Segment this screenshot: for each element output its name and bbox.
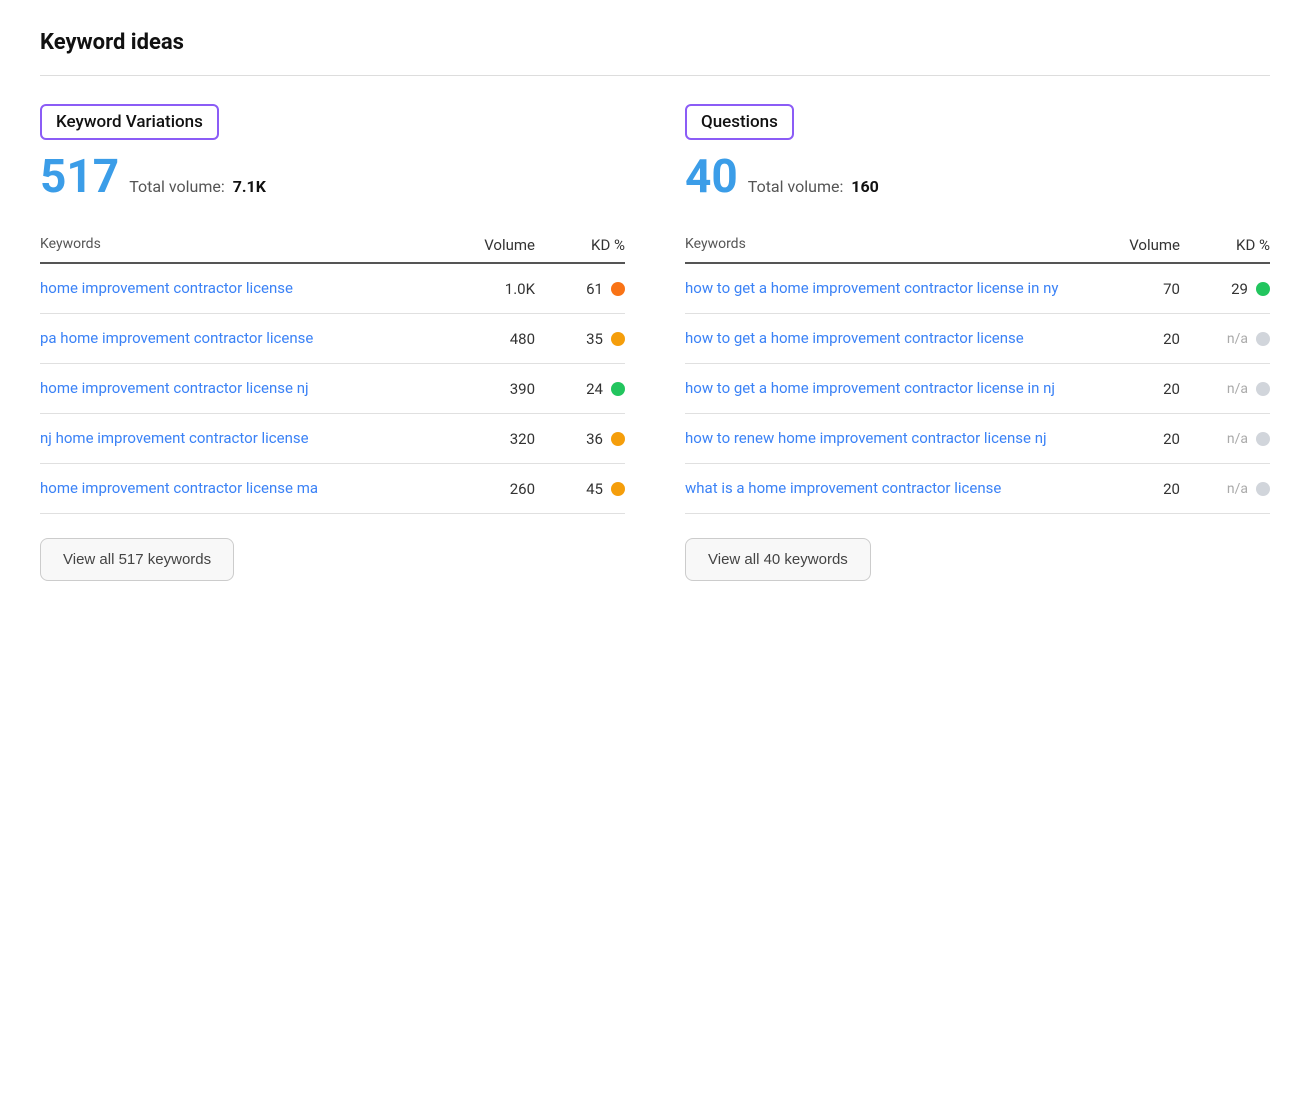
kd-dot (1256, 482, 1270, 496)
kd-na: n/a (1227, 481, 1248, 497)
keyword-variations-count-line: 517 Total volume: 7.1K (40, 154, 625, 200)
table-row: how to get a home improvement contractor… (685, 264, 1270, 314)
q-col-header-kd: KD % (1190, 236, 1270, 254)
volume-cell: 1.0K (455, 280, 545, 298)
kd-cell: n/a (1190, 481, 1270, 497)
kd-cell: 61 (545, 280, 625, 298)
volume-cell: 320 (455, 430, 545, 448)
two-column-layout: Keyword Variations 517 Total volume: 7.1… (40, 104, 1270, 581)
volume-cell: 480 (455, 330, 545, 348)
keyword-variations-section: Keyword Variations 517 Total volume: 7.1… (40, 104, 625, 581)
keyword-link[interactable]: pa home improvement contractor license (40, 328, 455, 349)
keyword-variations-count: 517 (40, 154, 119, 200)
kd-na: n/a (1227, 431, 1248, 447)
keyword-variations-volume: Total volume: 7.1K (129, 177, 266, 196)
questions-section: Questions 40 Total volume: 160 Keywords … (685, 104, 1270, 581)
keyword-link[interactable]: home improvement contractor license nj (40, 378, 455, 399)
kd-na: n/a (1227, 381, 1248, 397)
kd-na: n/a (1227, 331, 1248, 347)
table-row: home improvement contractor license nj 3… (40, 364, 625, 414)
view-all-kv-button[interactable]: View all 517 keywords (40, 538, 234, 581)
table-row: what is a home improvement contractor li… (685, 464, 1270, 514)
kd-cell: n/a (1190, 381, 1270, 397)
col-header-volume: Volume (455, 236, 545, 254)
keyword-link[interactable]: how to get a home improvement contractor… (685, 378, 1100, 399)
q-col-header-volume: Volume (1100, 236, 1190, 254)
volume-cell: 70 (1100, 280, 1190, 298)
table-row: how to get a home improvement contractor… (685, 314, 1270, 364)
volume-cell: 20 (1100, 430, 1190, 448)
table-row: how to renew home improvement contractor… (685, 414, 1270, 464)
page-title: Keyword ideas (40, 30, 1270, 55)
table-row: how to get a home improvement contractor… (685, 364, 1270, 414)
keyword-link[interactable]: nj home improvement contractor license (40, 428, 455, 449)
kd-dot (1256, 332, 1270, 346)
kd-dot (611, 332, 625, 346)
top-divider (40, 75, 1270, 76)
volume-cell: 390 (455, 380, 545, 398)
table-row: home improvement contractor license 1.0K… (40, 264, 625, 314)
questions-table-header: Keywords Volume KD % (685, 228, 1270, 264)
questions-tab[interactable]: Questions (685, 104, 794, 140)
volume-cell: 20 (1100, 380, 1190, 398)
keyword-link[interactable]: what is a home improvement contractor li… (685, 478, 1100, 499)
questions-count: 40 (685, 154, 738, 200)
table-row: pa home improvement contractor license 4… (40, 314, 625, 364)
kd-cell: 29 (1190, 280, 1270, 298)
volume-cell: 20 (1100, 480, 1190, 498)
kd-cell: n/a (1190, 331, 1270, 347)
kd-cell: n/a (1190, 431, 1270, 447)
questions-table-body: how to get a home improvement contractor… (685, 264, 1270, 514)
col-header-keywords: Keywords (40, 236, 455, 254)
kd-dot (611, 432, 625, 446)
keyword-link[interactable]: how to get a home improvement contractor… (685, 328, 1100, 349)
table-row: nj home improvement contractor license 3… (40, 414, 625, 464)
kd-dot (1256, 382, 1270, 396)
kd-cell: 45 (545, 480, 625, 498)
volume-cell: 260 (455, 480, 545, 498)
keyword-variations-tab[interactable]: Keyword Variations (40, 104, 219, 140)
kd-dot (611, 482, 625, 496)
q-col-header-keywords: Keywords (685, 236, 1100, 254)
kd-cell: 36 (545, 430, 625, 448)
table-row: home improvement contractor license ma 2… (40, 464, 625, 514)
questions-volume: Total volume: 160 (748, 177, 879, 196)
kd-cell: 24 (545, 380, 625, 398)
kd-dot (1256, 282, 1270, 296)
keyword-link[interactable]: how to get a home improvement contractor… (685, 278, 1100, 299)
keyword-link[interactable]: how to renew home improvement contractor… (685, 428, 1100, 449)
kd-dot (611, 382, 625, 396)
col-header-kd: KD % (545, 236, 625, 254)
kd-dot (611, 282, 625, 296)
kd-dot (1256, 432, 1270, 446)
kd-cell: 35 (545, 330, 625, 348)
keyword-link[interactable]: home improvement contractor license (40, 278, 455, 299)
keyword-variations-table-body: home improvement contractor license 1.0K… (40, 264, 625, 514)
keyword-link[interactable]: home improvement contractor license ma (40, 478, 455, 499)
keyword-variations-table-header: Keywords Volume KD % (40, 228, 625, 264)
view-all-questions-button[interactable]: View all 40 keywords (685, 538, 871, 581)
questions-count-line: 40 Total volume: 160 (685, 154, 1270, 200)
volume-cell: 20 (1100, 330, 1190, 348)
